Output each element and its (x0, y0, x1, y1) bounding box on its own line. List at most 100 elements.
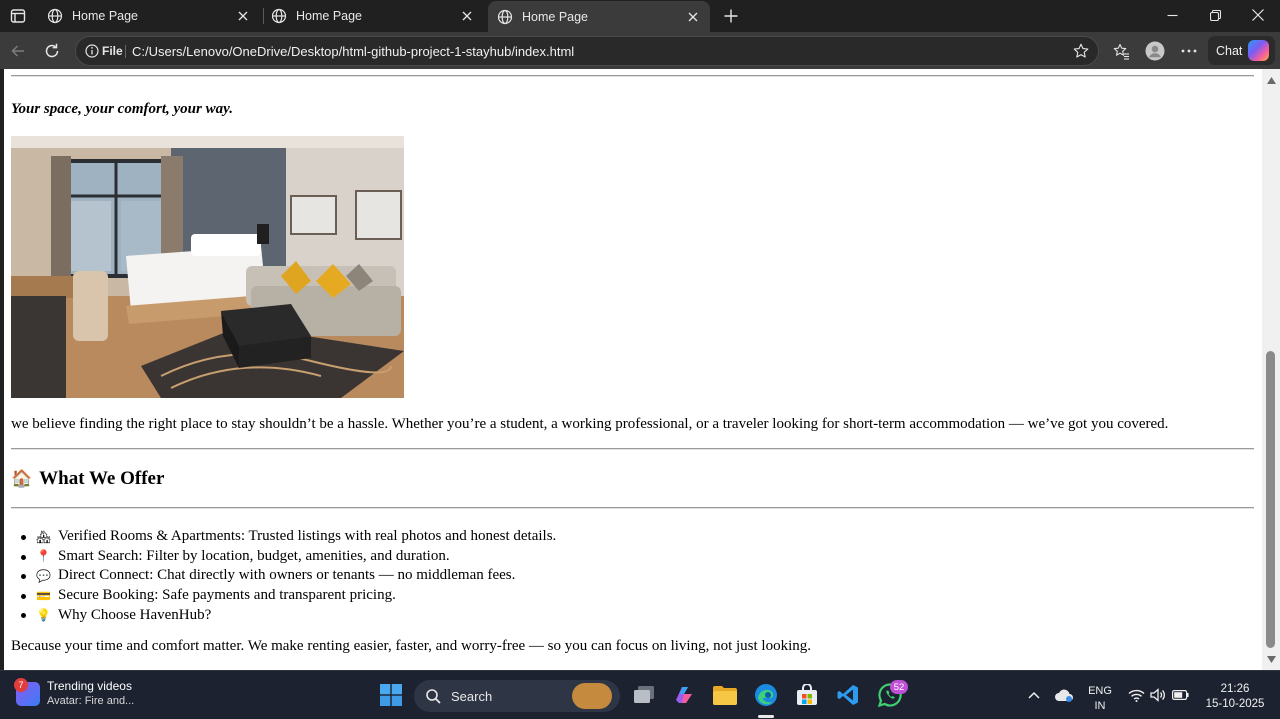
back-button[interactable] (4, 37, 32, 65)
active-app-indicator (758, 715, 774, 718)
whatsapp-badge: 52 (890, 680, 908, 694)
list-item: 📍 Smart Search: Filter by location, budg… (20, 547, 556, 567)
search-icon (426, 688, 441, 704)
close-icon (1252, 9, 1264, 21)
language-line-1: ENG (1088, 685, 1112, 697)
microsoft-store-button[interactable] (791, 679, 823, 711)
store-icon (797, 684, 817, 705)
closing-paragraph: Because your time and comfort matter. We… (11, 638, 812, 654)
taskbar-search[interactable]: Search (414, 680, 620, 712)
widget-title: Trending videos (47, 679, 132, 693)
offer-text: Smart Search: Filter by location, budget… (58, 547, 450, 564)
offer-heading-text: What We Offer (39, 468, 165, 489)
scrollbar-thumb[interactable] (1266, 351, 1275, 648)
vscode-icon (837, 685, 858, 705)
copilot-chat-button[interactable]: Chat (1208, 36, 1275, 65)
widgets-button[interactable]: 7 Trending videos Avatar: Fire and... (14, 678, 135, 709)
tab-close-button[interactable] (232, 5, 254, 27)
copilot-app-button[interactable] (668, 679, 700, 711)
favorites-list-icon (1113, 43, 1129, 60)
edge-browser-button[interactable] (750, 679, 782, 711)
vscode-button[interactable] (832, 679, 864, 711)
profile-button[interactable] (1141, 37, 1169, 65)
list-item: 💡 Why Choose HavenHub? (20, 605, 556, 625)
triangle-up-icon (1266, 76, 1276, 84)
widgets-icon: 7 (14, 678, 40, 706)
intro-paragraph: we believe finding the right place to st… (11, 416, 1169, 432)
offer-heading: 🏠 What We Offer (11, 468, 164, 490)
windows-taskbar: 7 Trending videos Avatar: Fire and... Se… (0, 670, 1280, 719)
window-close-button[interactable] (1237, 0, 1279, 30)
widget-subtitle: Avatar: Fire and... (47, 695, 135, 707)
page-viewport: Your space, your comfort, your way. we b… (4, 69, 1262, 670)
tab-bar: Home Page Home Page Home Page (0, 0, 1280, 32)
address-bar[interactable]: File C:/Users/Lenovo/OneDrive/Desktop/ht… (75, 36, 1099, 66)
scroll-down-button[interactable] (1265, 654, 1277, 664)
tagline: Your space, your comfort, your way. (11, 101, 233, 117)
battery-button[interactable] (1164, 679, 1196, 711)
clock-time: 21:26 (1220, 683, 1250, 695)
tab-home-page-2[interactable]: Home Page (262, 1, 484, 30)
tab-close-button[interactable] (456, 5, 478, 27)
file-explorer-button[interactable] (709, 679, 741, 711)
cloud-icon (1055, 689, 1073, 702)
clock[interactable]: 21:26 15-10-2025 (1200, 682, 1270, 712)
browser-toolbar: File C:/Users/Lenovo/OneDrive/Desktop/ht… (0, 32, 1280, 69)
favorite-button[interactable] (1072, 42, 1090, 60)
widget-badge: 7 (14, 678, 28, 692)
language-indicator[interactable]: ENG IN (1082, 684, 1118, 714)
globe-icon (47, 8, 63, 23)
pin-icon: 📍 (36, 549, 51, 564)
list-item: 💬 Direct Connect: Chat directly with own… (20, 566, 556, 586)
bedroom-photo (11, 136, 404, 398)
globe-icon (271, 8, 287, 23)
back-arrow-icon (11, 45, 24, 57)
scroll-up-button[interactable] (1265, 75, 1277, 85)
offer-text: Why Choose HavenHub? (58, 606, 212, 623)
site-info-button[interactable] (83, 42, 101, 60)
close-icon (462, 11, 472, 20)
offer-list: 🏘 Verified Rooms & Apartments: Trusted l… (20, 527, 556, 625)
tab-home-page-3[interactable]: Home Page (488, 1, 710, 32)
start-button[interactable] (375, 679, 407, 711)
divider (11, 75, 1254, 77)
restore-button[interactable] (1194, 0, 1236, 30)
url-text[interactable]: C:/Users/Lenovo/OneDrive/Desktop/html-gi… (132, 44, 574, 59)
divider (11, 507, 1254, 509)
copilot-icon (1248, 40, 1269, 61)
triangle-down-icon (1266, 655, 1276, 663)
list-item: 🏘 Verified Rooms & Apartments: Trusted l… (20, 527, 556, 547)
copilot-app-icon (676, 687, 692, 703)
tab-actions-button[interactable] (4, 2, 32, 30)
tab-actions-icon (10, 9, 26, 23)
edge-icon (755, 684, 777, 706)
refresh-button[interactable] (38, 37, 66, 65)
folder-icon (713, 686, 737, 705)
globe-icon (497, 9, 513, 24)
chat-label: Chat (1216, 43, 1243, 58)
more-dots-icon (1181, 49, 1197, 53)
favorites-button[interactable] (1107, 37, 1135, 65)
language-line-2: IN (1094, 700, 1106, 712)
avatar-icon (1145, 41, 1165, 61)
light-bulb-icon: 💡 (36, 608, 51, 623)
houses-icon: 🏘 (35, 529, 52, 544)
tab-title: Home Page (72, 8, 139, 23)
new-tab-button[interactable] (718, 3, 744, 29)
chevron-up-icon (1028, 691, 1040, 699)
house-icon: 🏠 (11, 469, 33, 489)
settings-more-button[interactable] (1175, 37, 1203, 65)
tab-title: Home Page (522, 9, 589, 24)
minimize-icon (1167, 14, 1177, 16)
minimize-button[interactable] (1151, 0, 1193, 30)
task-view-button[interactable] (628, 679, 660, 711)
offer-text: Secure Booking: Safe payments and transp… (58, 587, 396, 604)
show-hidden-icons-button[interactable] (1018, 679, 1050, 711)
tab-title: Home Page (296, 8, 363, 23)
tab-close-button[interactable] (682, 6, 704, 28)
restore-icon (1209, 9, 1221, 21)
onedrive-tray-button[interactable] (1048, 679, 1080, 711)
vertical-scrollbar[interactable] (1262, 69, 1280, 670)
tab-home-page-1[interactable]: Home Page (38, 1, 260, 30)
close-icon (688, 12, 698, 21)
